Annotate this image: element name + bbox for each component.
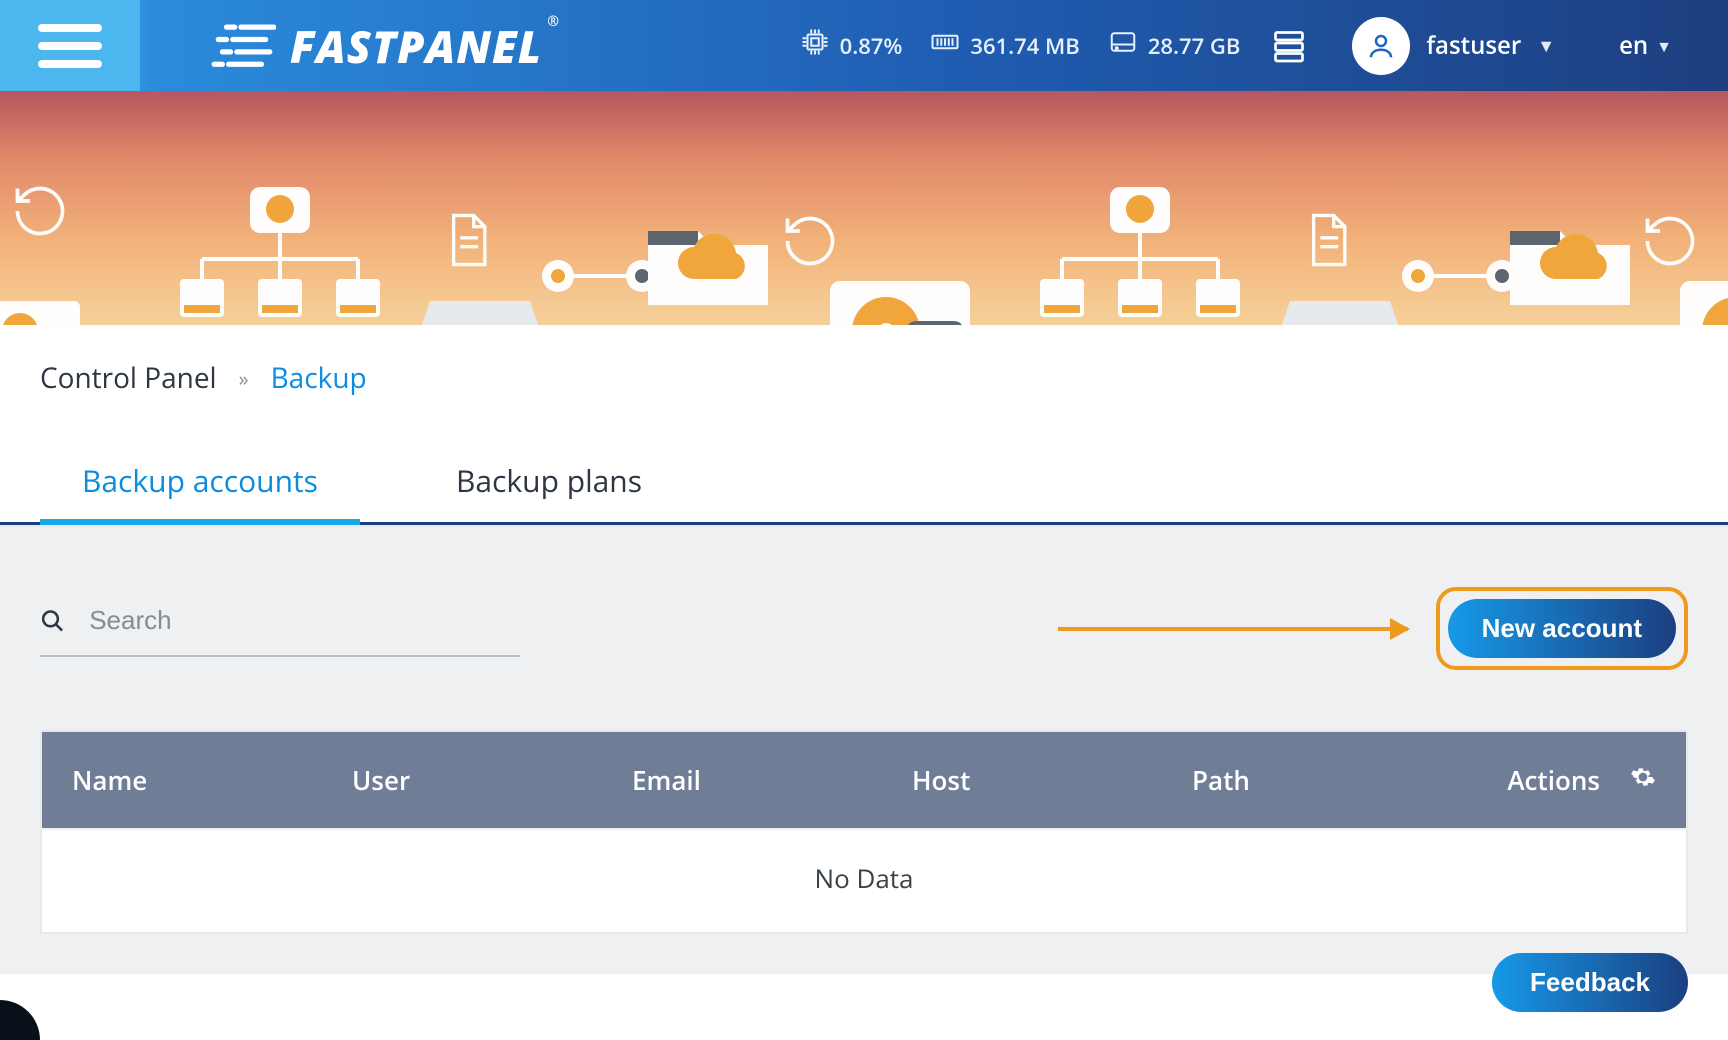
avatar: [1352, 17, 1410, 75]
chevron-down-icon: ▼: [1537, 34, 1555, 58]
disk-value: 28.77 GB: [1148, 31, 1241, 61]
hdd-icon: [1680, 281, 1728, 325]
top-bar: FASTPANEL® 0.87%: [0, 0, 1728, 91]
servers-button[interactable]: [1268, 25, 1310, 67]
col-path[interactable]: Path: [1192, 762, 1450, 798]
table-header: Name User Email Host Path Actions: [42, 732, 1686, 828]
user-icon: [1366, 31, 1396, 61]
arrow-icon: [1058, 627, 1408, 631]
disk-stat[interactable]: 28.77 GB: [1108, 27, 1241, 64]
gear-icon: [1630, 764, 1656, 790]
logo-glyph-icon: [210, 23, 276, 69]
feedback-button[interactable]: Feedback: [1492, 953, 1688, 1012]
user-menu[interactable]: fastuser ▼: [1338, 17, 1569, 75]
username-label: fastuser: [1426, 29, 1521, 62]
network-icon: [1040, 187, 1240, 325]
search-field[interactable]: [40, 600, 520, 657]
ram-value: 361.74 MB: [970, 31, 1079, 61]
logo[interactable]: FASTPANEL®: [140, 0, 542, 91]
ram-stat[interactable]: 361.74 MB: [930, 27, 1079, 64]
cpu-icon: [800, 27, 830, 64]
breadcrumb-home[interactable]: Control Panel: [40, 359, 217, 397]
chevron-down-icon: ▼: [1656, 35, 1672, 57]
tab-backup-plans[interactable]: Backup plans: [414, 450, 684, 525]
col-actions: Actions: [1450, 762, 1600, 798]
disk-icon: [1108, 27, 1138, 64]
search-icon: [40, 607, 65, 635]
new-account-button[interactable]: New account: [1448, 599, 1676, 658]
corner-decoration: [0, 1000, 40, 1040]
network-icon: [180, 187, 380, 325]
col-host[interactable]: Host: [912, 762, 1192, 798]
tab-backup-accounts[interactable]: Backup accounts: [40, 450, 360, 525]
breadcrumb-current[interactable]: Backup: [271, 359, 367, 397]
document-outline-icon: [440, 211, 494, 269]
servers-icon: [1271, 28, 1307, 64]
col-email[interactable]: Email: [632, 762, 912, 798]
system-stats: 0.87% 361.74 MB 28.77 GB: [800, 0, 1728, 91]
document-outline-icon: [1300, 211, 1354, 269]
breadcrumb: Control Panel » Backup: [0, 325, 1728, 407]
table-empty-message: No Data: [42, 828, 1686, 932]
breadcrumb-separator: »: [239, 365, 249, 392]
col-name[interactable]: Name: [72, 762, 352, 798]
cloud-folder-icon: [1500, 201, 1640, 311]
cpu-value: 0.87%: [840, 31, 903, 61]
restore-outline-icon: [780, 211, 840, 271]
col-user[interactable]: User: [352, 762, 632, 798]
hdd-icon: [830, 281, 970, 325]
restore-outline-icon: [1640, 211, 1700, 271]
hdd-icon: [0, 301, 80, 325]
ram-icon: [930, 27, 960, 64]
page-banner: [0, 91, 1728, 325]
language-label: en: [1619, 29, 1648, 62]
menu-icon: [38, 24, 102, 68]
search-input[interactable]: [87, 604, 520, 637]
toolbar: New account: [0, 525, 1728, 670]
tab-bar: Backup accounts Backup plans: [0, 447, 1728, 525]
table-settings-button[interactable]: [1600, 762, 1656, 798]
accounts-table: Name User Email Host Path Actions No Dat…: [40, 730, 1688, 934]
callout-highlight: New account: [1436, 587, 1688, 670]
restore-outline-icon: [10, 181, 70, 241]
content-area: Name User Email Host Path Actions No Dat…: [0, 670, 1728, 974]
cpu-stat[interactable]: 0.87%: [800, 27, 903, 64]
callout-arrow: New account: [536, 587, 1688, 670]
logo-text: FASTPANEL®: [290, 16, 542, 76]
language-menu[interactable]: en ▼: [1597, 29, 1710, 62]
cloud-folder-icon: [638, 201, 778, 311]
menu-button[interactable]: [0, 0, 140, 91]
